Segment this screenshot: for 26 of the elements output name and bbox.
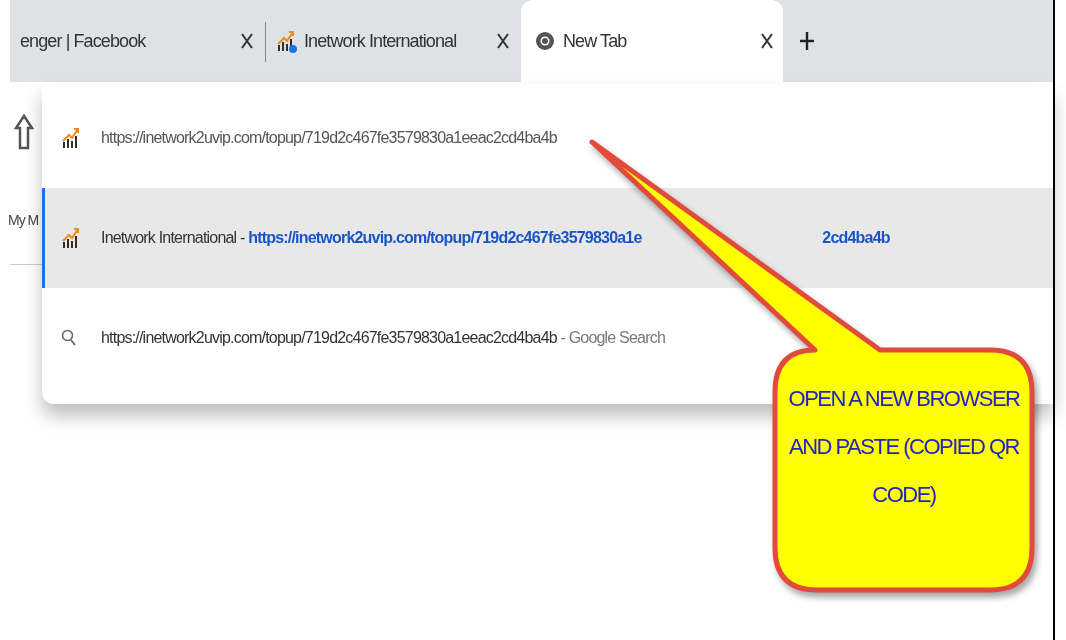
- suggestion-row[interactable]: https://inetwork2uvip.com/topup/719d2c467fe3579830a1eeac2cd4ba4b - Google Search: [42, 288, 1053, 388]
- home-icon[interactable]: [14, 114, 34, 152]
- callout-text: OPEN A NEW BROWSER AND PASTE (COPIED QR CODE): [787, 385, 1021, 509]
- browser-tab[interactable]: enger | Facebook: [10, 0, 265, 82]
- tab-title: enger | Facebook: [20, 29, 147, 53]
- suggestion-text: https://inetwork2uvip.com/topup/719d2c467fe3579830a1eeac2cd4ba4b - Google Search: [101, 328, 665, 348]
- suggestion-url: 2cd4ba4b: [822, 228, 890, 248]
- suggestion-url: https://inetwork2uvip.com/topup/719d2c467fe3579830a1eeac2cd4ba4b: [101, 128, 557, 148]
- shortcut-label[interactable]: My M: [8, 210, 39, 231]
- suggestion-row[interactable]: https://inetwork2uvip.com/topup/719d2c467fe3579830a1eeac2cd4ba4b: [42, 88, 1053, 188]
- close-icon[interactable]: [497, 33, 509, 49]
- suggestion-title: Inetwork International -: [101, 228, 246, 248]
- tab-title: New Tab: [563, 29, 628, 53]
- suggestion-url: https://inetwork2uvip.com/topup/719d2c467fe3579830a1e: [248, 228, 642, 248]
- search-icon: [61, 329, 77, 347]
- chrome-icon: [535, 31, 555, 51]
- browser-tab[interactable]: Inetwork International: [266, 0, 521, 82]
- tab-title: Inetwork International: [304, 29, 458, 53]
- close-icon[interactable]: [241, 33, 253, 49]
- chart-icon: [276, 29, 296, 53]
- suggestion-row[interactable]: Inetwork International - https://inetwork2uvip.com/topup/719d2c467fe3579830a1e 2cd4ba4b: [42, 188, 1053, 288]
- close-icon[interactable]: [761, 33, 773, 49]
- chart-icon: [61, 226, 81, 250]
- browser-tab[interactable]: New Tab: [521, 0, 783, 82]
- new-tab-icon[interactable]: [799, 30, 815, 52]
- chart-icon: [61, 126, 81, 150]
